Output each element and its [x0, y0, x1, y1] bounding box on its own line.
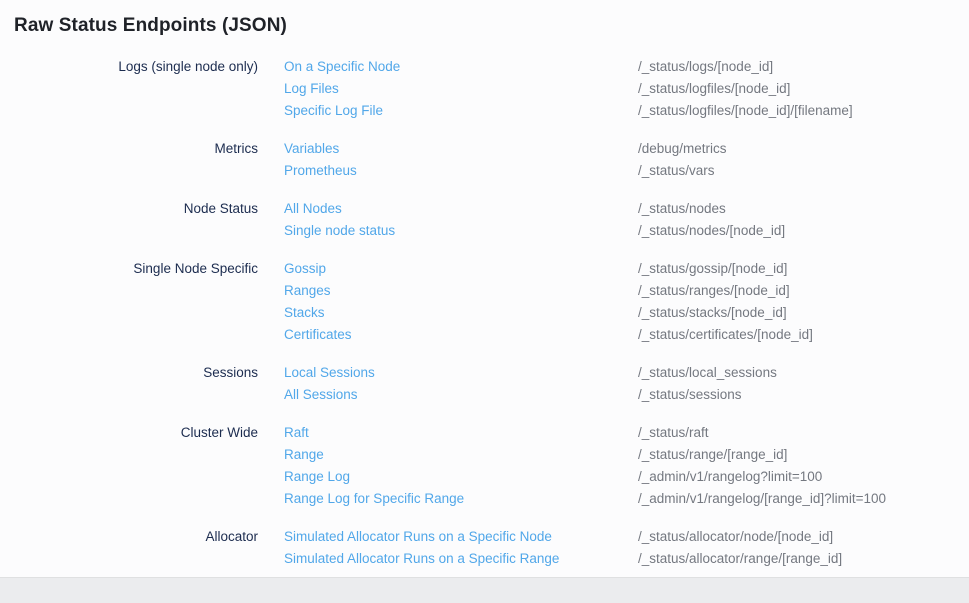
endpoint-path: /_status/logfiles/[node_id]/[filename]: [638, 100, 969, 122]
endpoint-path: /_admin/v1/rangelog?limit=100: [638, 466, 969, 488]
endpoint-link[interactable]: Variables: [284, 138, 638, 160]
endpoint-path: /_status/allocator/range/[range_id]: [638, 548, 969, 570]
endpoint-path: /debug/metrics: [638, 138, 969, 160]
endpoint-links-column: Local SessionsAll Sessions: [284, 362, 638, 406]
endpoint-path: /_status/sessions: [638, 384, 969, 406]
endpoint-group: Logs (single node only) On a Specific Nod…: [0, 56, 969, 122]
endpoint-paths-column: /_status/logs/[node_id]/_status/logfiles…: [638, 56, 969, 122]
endpoint-path: /_admin/v1/rangelog/[range_id]?limit=100: [638, 488, 969, 510]
endpoint-links-column: VariablesPrometheus: [284, 138, 638, 182]
category-label: Cluster Wide: [0, 422, 258, 510]
category-label: Node Status: [0, 198, 258, 242]
category-label: Single Node Specific: [0, 258, 258, 346]
page-title: Raw Status Endpoints (JSON): [0, 0, 969, 39]
raw-status-endpoints-panel: Raw Status Endpoints (JSON) Logs (single…: [0, 0, 969, 577]
endpoint-link[interactable]: Range: [284, 444, 638, 466]
endpoint-group: Allocator Simulated Allocator Runs on a S…: [0, 526, 969, 570]
endpoint-link[interactable]: Specific Log File: [284, 100, 638, 122]
endpoint-path: /_status/stacks/[node_id]: [638, 302, 969, 324]
endpoint-group: Node Status All NodesSingle node status/_…: [0, 198, 969, 242]
endpoint-group: Cluster Wide RaftRangeRange LogRange Log …: [0, 422, 969, 510]
endpoint-path: /_status/nodes/[node_id]: [638, 220, 969, 242]
category-label: Sessions: [0, 362, 258, 406]
endpoint-paths-column: /_status/local_sessions/_status/sessions: [638, 362, 969, 406]
endpoint-paths-column: /_status/gossip/[node_id]/_status/ranges…: [638, 258, 969, 346]
endpoint-link[interactable]: All Sessions: [284, 384, 638, 406]
endpoint-links-column: Simulated Allocator Runs on a Specific N…: [284, 526, 638, 570]
endpoint-link[interactable]: Simulated Allocator Runs on a Specific R…: [284, 548, 638, 570]
endpoint-path: /_status/logs/[node_id]: [638, 56, 969, 78]
endpoint-paths-column: /_status/allocator/node/[node_id]/_statu…: [638, 526, 969, 570]
endpoint-group: Metrics VariablesPrometheus/debug/metrics…: [0, 138, 969, 182]
endpoint-link[interactable]: Prometheus: [284, 160, 638, 182]
endpoint-link[interactable]: Local Sessions: [284, 362, 638, 384]
endpoint-paths-column: /_status/raft/_status/range/[range_id]/_…: [638, 422, 969, 510]
endpoint-path: /_status/logfiles/[node_id]: [638, 78, 969, 100]
endpoint-links-column: GossipRangesStacksCertificates: [284, 258, 638, 346]
endpoint-links-column: On a Specific NodeLog FilesSpecific Log …: [284, 56, 638, 122]
endpoint-path: /_status/nodes: [638, 198, 969, 220]
endpoint-paths-column: /_status/nodes/_status/nodes/[node_id]: [638, 198, 969, 242]
category-label: Metrics: [0, 138, 258, 182]
category-label: Allocator: [0, 526, 258, 570]
endpoint-links-column: RaftRangeRange LogRange Log for Specific…: [284, 422, 638, 510]
category-label: Logs (single node only): [0, 56, 258, 122]
endpoint-link[interactable]: Gossip: [284, 258, 638, 280]
endpoint-group: Sessions Local SessionsAll Sessions/_stat…: [0, 362, 969, 406]
endpoint-path: /_status/range/[range_id]: [638, 444, 969, 466]
endpoint-path: /_status/local_sessions: [638, 362, 969, 384]
endpoint-link[interactable]: All Nodes: [284, 198, 638, 220]
endpoint-path: /_status/ranges/[node_id]: [638, 280, 969, 302]
endpoint-link[interactable]: Range Log: [284, 466, 638, 488]
endpoint-group: Single Node Specific GossipRangesStacksCe…: [0, 258, 969, 346]
endpoint-links-column: All NodesSingle node status: [284, 198, 638, 242]
endpoints-table: Logs (single node only) On a Specific Nod…: [0, 56, 969, 570]
endpoint-path: /_status/vars: [638, 160, 969, 182]
endpoint-link[interactable]: On a Specific Node: [284, 56, 638, 78]
endpoint-link[interactable]: Range Log for Specific Range: [284, 488, 638, 510]
endpoint-link[interactable]: Stacks: [284, 302, 638, 324]
endpoint-link[interactable]: Raft: [284, 422, 638, 444]
endpoint-link[interactable]: Log Files: [284, 78, 638, 100]
endpoint-path: /_status/raft: [638, 422, 969, 444]
endpoint-link[interactable]: Ranges: [284, 280, 638, 302]
endpoint-path: /_status/certificates/[node_id]: [638, 324, 969, 346]
endpoint-link[interactable]: Single node status: [284, 220, 638, 242]
endpoint-paths-column: /debug/metrics/_status/vars: [638, 138, 969, 182]
endpoint-link[interactable]: Simulated Allocator Runs on a Specific N…: [284, 526, 638, 548]
endpoint-path: /_status/gossip/[node_id]: [638, 258, 969, 280]
endpoint-path: /_status/allocator/node/[node_id]: [638, 526, 969, 548]
endpoint-link[interactable]: Certificates: [284, 324, 638, 346]
